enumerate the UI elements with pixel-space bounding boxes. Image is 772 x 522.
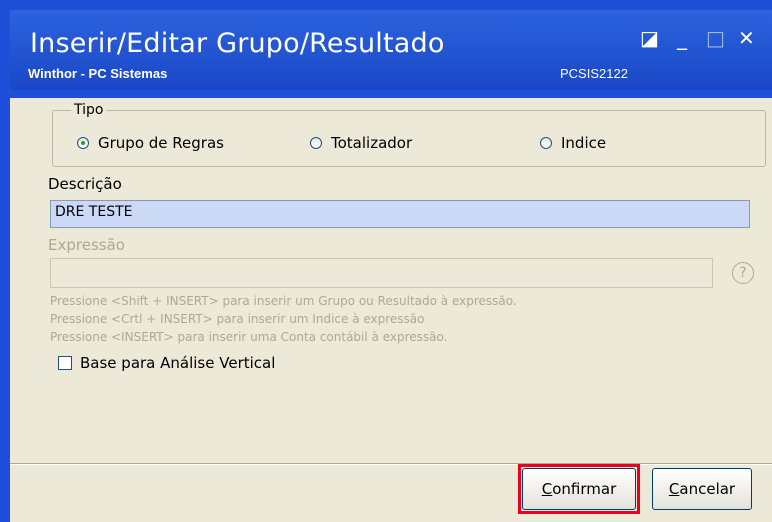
hint-line: Pressione <Crtl + INSERT> para inserir u… [50,312,425,326]
dialog-body: Tipo Grupo de Regras Totalizador Indice … [10,98,772,522]
title-bar[interactable]: Inserir/Editar Grupo/Resultado Winthor -… [10,10,772,90]
cancel-button[interactable]: Cancelar [652,468,752,510]
descricao-input[interactable]: DRE TESTE [50,200,750,228]
radio-label: Indice [561,134,607,152]
confirm-highlight-box [518,464,640,514]
checkbox-box[interactable] [58,356,72,370]
hint-line: Pressione <Shift + INSERT> para inserir … [50,294,517,308]
radio-button[interactable] [77,137,89,149]
footer-divider-highlight [10,464,772,465]
hint-line: Pressione <INSERT> para inserir uma Cont… [50,330,448,344]
dialog-window: Inserir/Editar Grupo/Resultado Winthor -… [0,0,772,522]
tipo-legend: Tipo [71,102,107,118]
help-icon[interactable]: ? [732,262,754,284]
cancel-label: ancelar [679,480,736,498]
maximize-icon[interactable]: □ [706,28,725,48]
descricao-label: Descrição [48,175,122,193]
radio-grupo-de-regras[interactable]: Grupo de Regras [77,134,224,152]
radio-totalizador[interactable]: Totalizador [310,134,412,152]
restore-icon[interactable]: ◪ [640,28,659,48]
program-code: PCSIS2122 [560,66,628,81]
checkbox-label: Base para Análise Vertical [80,354,276,372]
radio-label: Grupo de Regras [98,134,224,152]
cancel-accelerator: C [668,480,680,498]
window-subtitle: Winthor - PC Sistemas [28,66,168,81]
radio-indice[interactable]: Indice [540,134,606,152]
expressao-input[interactable] [50,258,713,288]
minimize-icon[interactable]: _ [677,28,687,48]
radio-button[interactable] [540,137,552,149]
expressao-label: Expressão [48,236,125,254]
window-title: Inserir/Editar Grupo/Resultado [30,28,445,59]
radio-label: Totalizador [331,134,413,152]
close-icon[interactable]: ✕ [738,28,755,48]
base-analise-vertical-checkbox[interactable]: Base para Análise Vertical [58,354,275,372]
tipo-groupbox: Tipo Grupo de Regras Totalizador Indice [52,102,766,167]
radio-button[interactable] [310,137,322,149]
